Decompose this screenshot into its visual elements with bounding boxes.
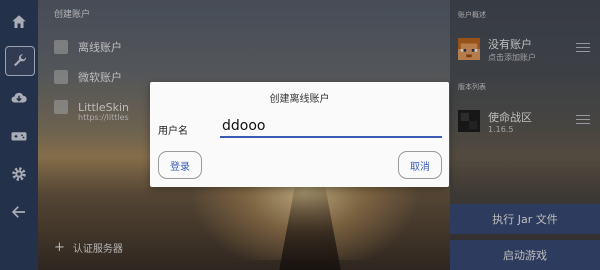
login-button[interactable]: 登录 [158, 151, 202, 179]
username-input[interactable] [220, 116, 442, 138]
dialog-title: 创建离线账户 [269, 94, 330, 105]
username-label: 用户名 [158, 126, 188, 137]
create-offline-account-dialog: 创建离线账户 用户名 登录 取消 [150, 82, 449, 187]
cancel-button[interactable]: 取消 [398, 151, 442, 179]
